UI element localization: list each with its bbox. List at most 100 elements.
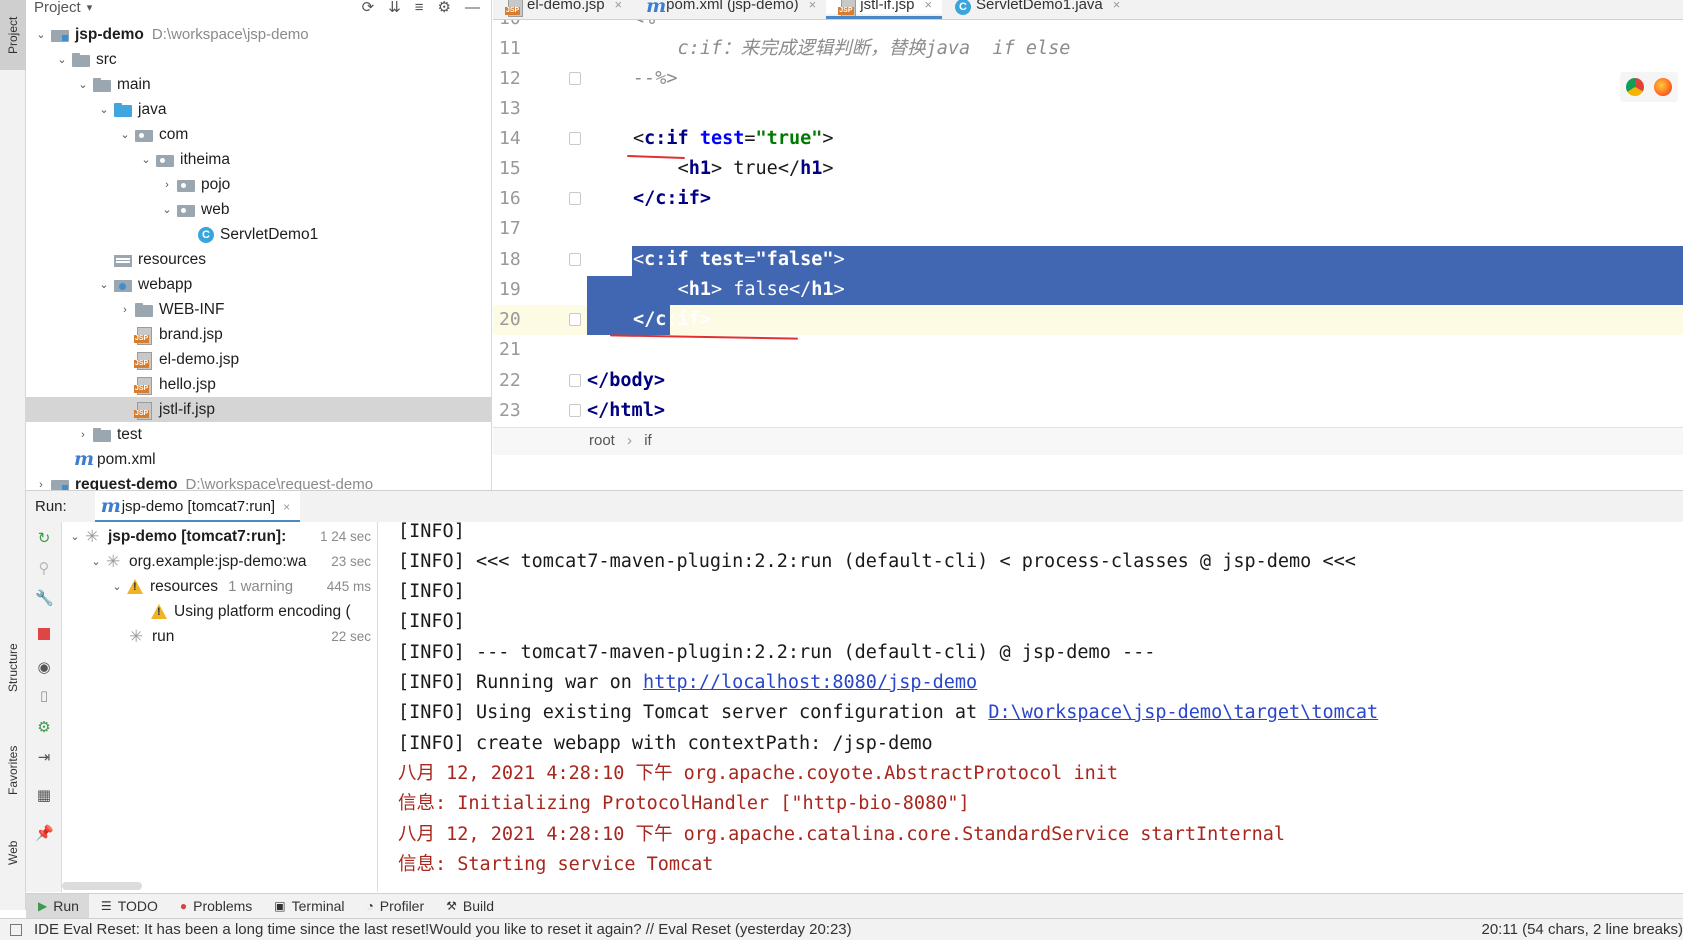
console-link[interactable]: http://localhost:8080/jsp-demo — [643, 672, 977, 693]
fold-marker-icon[interactable] — [569, 374, 581, 387]
chevron-down-icon[interactable]: ⌄ — [95, 278, 113, 291]
pin-icon[interactable]: 📌 — [35, 825, 54, 843]
structure-tool-button[interactable]: Structure — [0, 625, 26, 710]
caret-position[interactable]: 20:11 (54 chars, 2 line breaks) — [1482, 919, 1683, 940]
run-tab-jsp-demo[interactable]: jsp-demo [tomcat7:run] × — [94, 490, 301, 523]
chevron-down-icon[interactable]: ⌄ — [158, 203, 176, 216]
chevron-down-icon[interactable]: ⌄ — [66, 530, 84, 543]
fold-marker-icon[interactable] — [569, 313, 581, 326]
chevron-right-icon[interactable]: › — [116, 304, 134, 316]
tree-item-brand-jsp[interactable]: brand.jsp — [26, 322, 491, 347]
tool-tab-problems[interactable]: ● Problems — [168, 894, 262, 919]
tool-tab-profiler[interactable]: ◔ Profiler — [355, 894, 435, 919]
code-editor[interactable]: 10 <%-- 11 c:if：来完成逻辑判断，替换java if else 1… — [493, 20, 1683, 455]
firefox-icon[interactable] — [1654, 78, 1672, 96]
tool-tab-terminal[interactable]: ▣ Terminal — [262, 894, 354, 919]
status-toggle-icon[interactable] — [10, 923, 22, 936]
code-line[interactable]: 23 </html> — [493, 396, 1683, 426]
code-line[interactable]: 14 <c:if test="true"> — [493, 124, 1683, 154]
tree-item-test[interactable]: › test — [26, 422, 491, 447]
console-output[interactable]: [INFO] [INFO] <<< tomcat7-maven-plugin:2… — [379, 522, 1683, 892]
code-line[interactable]: 22 </body> — [493, 366, 1683, 396]
tree-item-resources[interactable]: resources — [26, 247, 491, 272]
run-tree-item[interactable]: ⌄ jsp-demo [tomcat7:run]: 1 24 sec — [62, 524, 377, 549]
tree-item-com[interactable]: ⌄ com — [26, 122, 491, 147]
wrench-icon[interactable]: 🔧 — [35, 590, 54, 608]
run-tree-item[interactable]: ⌄ resources 1 warning 445 ms — [62, 574, 377, 599]
eye-icon[interactable]: ◉ — [35, 659, 53, 677]
code-line[interactable]: 21 — [493, 335, 1683, 365]
code-line[interactable]: 12 --%> — [493, 64, 1683, 94]
tree-item-pom-xml[interactable]: pom.xml — [26, 447, 491, 472]
code-line[interactable]: 13 — [493, 94, 1683, 124]
horizontal-scrollbar[interactable] — [62, 882, 142, 890]
code-line-current[interactable]: 20 </c:if> — [493, 305, 1683, 335]
tree-item-request-demo[interactable]: › request-demo D:\workspace\request-demo — [26, 472, 491, 491]
close-icon[interactable]: × — [615, 0, 623, 12]
fold-marker-icon[interactable] — [569, 132, 581, 145]
tree-item-java[interactable]: ⌄ java — [26, 97, 491, 122]
code-line[interactable]: 18 <c:if test="false"> — [493, 245, 1683, 275]
tree-item-itheima[interactable]: ⌄ itheima — [26, 147, 491, 172]
collapse-all-icon[interactable]: ⇊ — [388, 0, 401, 16]
run-tree-item[interactable]: ⌄ org.example:jsp-demo:wa 23 sec — [62, 549, 377, 574]
fold-marker-icon[interactable] — [569, 192, 581, 205]
tab-pom-xml[interactable]: pom.xml (jsp-demo) × — [632, 0, 826, 17]
chevron-down-icon[interactable]: ⌄ — [32, 28, 50, 41]
tree-item-pojo[interactable]: › pojo — [26, 172, 491, 197]
favorites-tool-button[interactable]: Favorites — [0, 725, 26, 815]
console-link[interactable]: D:\workspace\jsp-demo\target\tomcat — [988, 702, 1378, 723]
rerun-icon[interactable]: ↻ — [35, 530, 53, 548]
run-tree-item[interactable]: Using platform encoding ( — [62, 599, 377, 624]
expand-icon[interactable]: ≡ — [415, 0, 424, 16]
breadcrumb-item[interactable]: if — [644, 432, 652, 449]
status-message-area[interactable]: IDE Eval Reset: It has been a long time … — [10, 919, 852, 940]
tree-item-jsp-demo[interactable]: ⌄ jsp-demo D:\workspace\jsp-demo — [26, 22, 491, 47]
camera-icon[interactable]: ⌷ — [35, 689, 53, 707]
layout-icon[interactable]: ▦ — [35, 787, 53, 805]
close-icon[interactable]: × — [924, 0, 932, 12]
breadcrumb-item[interactable]: root — [589, 432, 615, 449]
tree-item-main[interactable]: ⌄ main — [26, 72, 491, 97]
chevron-down-icon[interactable]: ⌄ — [108, 580, 126, 593]
close-icon[interactable]: × — [283, 500, 290, 514]
tree-item-jstl-if-jsp[interactable]: jstl-if.jsp — [26, 397, 491, 422]
stop-icon[interactable] — [35, 627, 53, 645]
fold-marker-icon[interactable] — [569, 253, 581, 266]
chevron-down-icon[interactable]: ⌄ — [95, 103, 113, 116]
tool-tab-todo[interactable]: ☰ TODO — [89, 894, 168, 919]
code-line[interactable]: 10 <%-- — [493, 20, 1683, 34]
chevron-down-icon[interactable]: ⌄ — [137, 153, 155, 166]
exit-icon[interactable]: ⇥ — [35, 749, 53, 767]
tab-el-demo-jsp[interactable]: el-demo.jsp × — [493, 0, 632, 17]
web-tool-button[interactable]: Web — [0, 825, 26, 880]
chevron-down-icon[interactable]: ⌄ — [53, 53, 71, 66]
chrome-icon[interactable] — [1626, 78, 1644, 96]
tree-item-el-demo-jsp[interactable]: el-demo.jsp — [26, 347, 491, 372]
tree-item-src[interactable]: ⌄ src — [26, 47, 491, 72]
code-line[interactable]: 19 <h1> false</h1> — [493, 275, 1683, 305]
status-message[interactable]: IDE Eval Reset: It has been a long time … — [34, 919, 852, 940]
tree-item-webapp[interactable]: ⌄ webapp — [26, 272, 491, 297]
chevron-right-icon[interactable]: › — [74, 429, 92, 441]
project-tool-button[interactable]: Project — [0, 0, 26, 70]
gear-icon[interactable]: ⚙ — [438, 0, 451, 16]
fold-marker-icon[interactable] — [569, 404, 581, 417]
chevron-right-icon[interactable]: › — [32, 479, 50, 491]
code-line[interactable]: 16 </c:if> — [493, 184, 1683, 214]
tool-tab-run[interactable]: ▶ Run — [26, 893, 89, 919]
sync-icon[interactable]: ⟳ — [362, 0, 375, 16]
close-icon[interactable]: × — [1113, 0, 1121, 12]
chevron-down-icon[interactable]: ⌄ — [74, 78, 92, 91]
toggle-offline-icon[interactable]: ⚲ — [35, 560, 53, 578]
tree-item-servletdemo1[interactable]: ServletDemo1 — [26, 222, 491, 247]
tree-item-hello-jsp[interactable]: hello.jsp — [26, 372, 491, 397]
restore-layout-icon[interactable]: ⚙ — [35, 719, 53, 737]
chevron-down-icon[interactable]: ▾ — [87, 1, 93, 14]
tab-servletdemo1-java[interactable]: ServletDemo1.java × — [942, 0, 1130, 15]
hide-icon[interactable]: — — [465, 0, 480, 16]
code-line[interactable]: 11 c:if：来完成逻辑判断，替换java if else — [493, 34, 1683, 64]
code-line[interactable]: 17 — [493, 214, 1683, 244]
chevron-down-icon[interactable]: ⌄ — [87, 555, 105, 568]
tree-item-web[interactable]: ⌄ web — [26, 197, 491, 222]
